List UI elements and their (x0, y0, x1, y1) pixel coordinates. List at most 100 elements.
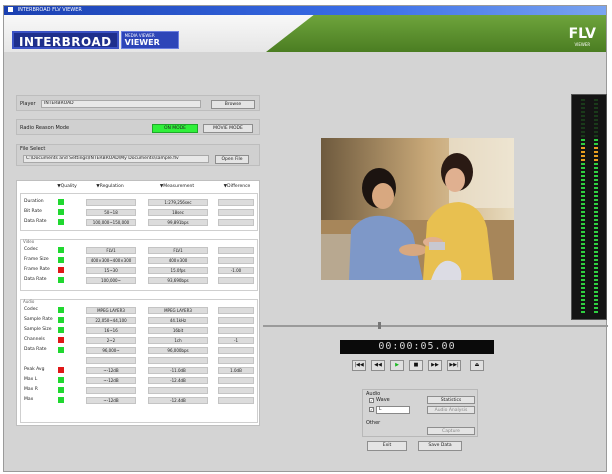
status-indicator (58, 387, 64, 393)
difference-cell (218, 199, 254, 206)
status-indicator (58, 367, 64, 373)
measurement-cell (148, 387, 208, 394)
vu-segment (594, 271, 598, 273)
measurement-cell: 15.0fps (148, 267, 208, 274)
vu-segment (594, 211, 598, 213)
mode-group: Radio Reason Mode ON MODE MOVIE MODE (16, 119, 260, 135)
player-group: Player INTERBROAD Browse (16, 95, 260, 111)
vu-segment (594, 187, 598, 189)
vu-segment (581, 151, 585, 153)
app-icon (8, 7, 13, 12)
header-difference[interactable]: ▼Difference (217, 184, 257, 190)
open-file-button[interactable]: Open File (215, 155, 249, 164)
vu-segment (581, 307, 585, 309)
vu-segment (594, 163, 598, 165)
vu-segment (594, 131, 598, 133)
vu-segment (581, 243, 585, 245)
status-indicator (58, 257, 64, 263)
difference-cell (218, 347, 254, 354)
vu-segment (581, 283, 585, 285)
skip-back-button[interactable]: |◀◀ (352, 360, 366, 371)
vu-segment (581, 159, 585, 161)
header-measurement[interactable]: ▼Measurement (147, 184, 207, 190)
vu-segment (594, 171, 598, 173)
header-quality[interactable]: ▼Quality (57, 184, 77, 190)
audio-analysis-button[interactable]: Audio Analysis (427, 406, 475, 414)
vu-segment (581, 115, 585, 117)
save-data-button[interactable]: Save Data (418, 441, 462, 451)
analysis-row: Peak Avg ~-12dB -11.0dB 1.0dB (21, 366, 257, 374)
row-label: Bit Rate (24, 209, 42, 214)
seek-bar[interactable] (263, 325, 608, 327)
capture-button[interactable]: Capture (427, 427, 475, 435)
analysis-row: Data Rate 96,000~ 96,000bps (21, 346, 257, 354)
analysis-row: Codec FLV1 FLV1 (21, 246, 257, 254)
vu-segment (581, 111, 585, 113)
vu-segment (581, 199, 585, 201)
vu-segment (581, 235, 585, 237)
vu-segment (594, 311, 598, 313)
movie-mode-button[interactable]: MOVIE MODE (203, 124, 253, 133)
analysis-row (21, 356, 257, 364)
exit-button[interactable]: Exit (367, 441, 407, 451)
vu-segment (581, 103, 585, 105)
wave-checkbox[interactable]: ✓ (369, 398, 374, 403)
status-indicator (58, 307, 64, 313)
vu-segment (581, 175, 585, 177)
on-mode-button[interactable]: ON MODE (152, 124, 198, 133)
regulation-cell: 50~18 (86, 209, 136, 216)
vu-segment (594, 219, 598, 221)
vu-segment (594, 295, 598, 297)
header-banner: INTERBROAD MEDIA VIEWER VIEWER FLV VIEWE… (4, 15, 606, 52)
channel-checkbox[interactable]: ✓ (369, 407, 374, 412)
status-indicator (58, 327, 64, 333)
stop-button[interactable]: ■ (409, 360, 423, 371)
player-label: Player (20, 101, 36, 107)
difference-cell (218, 327, 254, 334)
vu-segment (581, 187, 585, 189)
status-indicator (58, 247, 64, 253)
fast-forward-button[interactable]: ▶▶ (428, 360, 442, 371)
vu-segment (594, 251, 598, 253)
vu-segment (594, 135, 598, 137)
status-indicator (58, 277, 64, 283)
vu-segment (594, 203, 598, 205)
skip-forward-button[interactable]: ▶▶| (447, 360, 461, 371)
video-group: Video Codec FLV1 FLV1 Frame Size 400×300~400… (20, 239, 258, 291)
player-field[interactable]: INTERBROAD (41, 100, 201, 108)
rewind-button[interactable]: ◀◀ (371, 360, 385, 371)
flv-brand: FLV VIEWER (569, 27, 596, 48)
vu-segment (581, 263, 585, 265)
file-path-field[interactable]: C:\Documents and Settings\INTERBROAD\My … (23, 155, 209, 163)
audio-group-label: Audio (23, 299, 35, 304)
row-label: Sample Rate (24, 317, 53, 322)
row-label: Codec (24, 247, 38, 252)
header-regulation[interactable]: ▼Regulation (85, 184, 135, 190)
vu-segment (581, 119, 585, 121)
mode-label: Radio Reason Mode (20, 125, 70, 131)
vu-segment (594, 307, 598, 309)
status-indicator (58, 397, 64, 403)
row-label: Data Rate (24, 219, 47, 224)
analysis-row: Data Rate 100,000~ 93,690bps (21, 276, 257, 284)
vu-segment (581, 287, 585, 289)
vu-segment (594, 159, 598, 161)
statistics-button[interactable]: Statistics (427, 396, 475, 404)
video-group-label: Video (23, 239, 35, 244)
regulation-cell: 22,050~44,100 (86, 317, 136, 324)
play-icon: ▶ (395, 362, 399, 368)
channel-select[interactable]: L (376, 406, 410, 414)
vu-segment (581, 251, 585, 253)
logo-big: VIEWER (124, 38, 160, 47)
measurement-cell: 44.1kHz (148, 317, 208, 324)
seek-thumb[interactable] (378, 322, 381, 329)
vu-segment (581, 311, 585, 313)
measurement-cell: 96,000bps (148, 347, 208, 354)
vu-segment (581, 267, 585, 269)
play-button[interactable]: ▶ (390, 360, 404, 371)
vu-segment (594, 175, 598, 177)
vu-segment (594, 127, 598, 129)
vu-segment (594, 239, 598, 241)
browse-button[interactable]: Browse (211, 100, 255, 109)
eject-button[interactable]: ⏏ (470, 360, 484, 371)
